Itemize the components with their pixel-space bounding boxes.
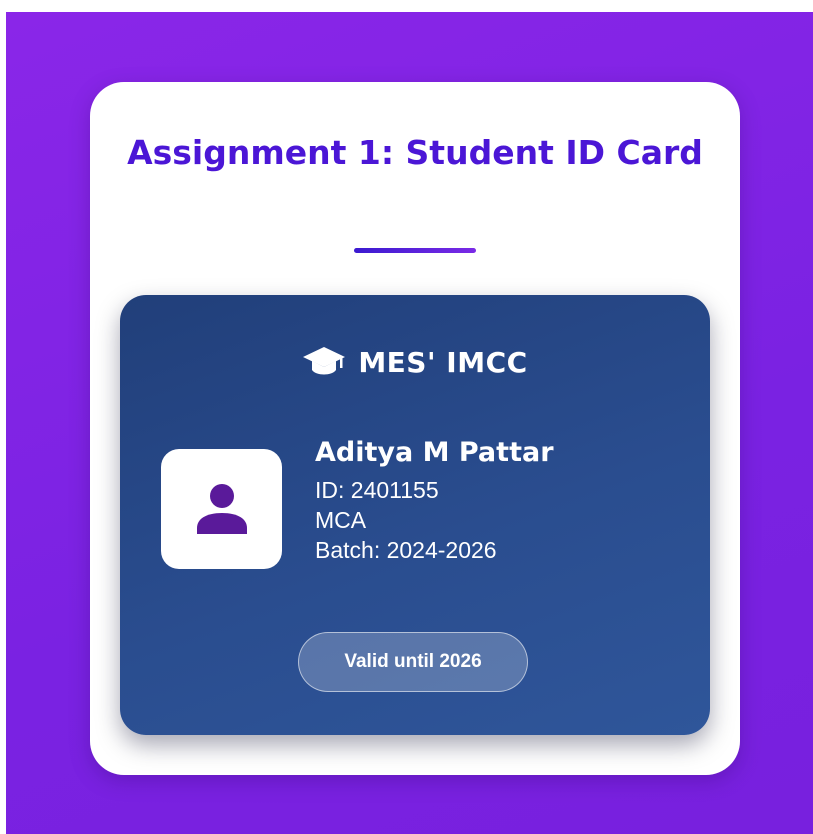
graduation-cap-icon [302,345,346,379]
student-batch: Batch: 2024-2026 [315,537,497,563]
student-id-card: MES' IMCC Aditya M Pattar ID: 2401155 MC… [120,295,710,735]
student-course: MCA [315,507,367,533]
student-name: Aditya M Pattar [315,437,554,468]
institution-name: MES' IMCC [358,345,528,379]
validity-badge: Valid until 2026 [298,632,528,692]
page-title: Assignment 1: Student ID Card [127,133,703,172]
page-background: Assignment 1: Student ID Card MES' IMCC [6,12,813,834]
student-photo [161,449,282,569]
assignment-panel: Assignment 1: Student ID Card MES' IMCC [90,82,740,775]
student-id: ID: 2401155 [315,477,439,503]
user-icon [196,484,247,534]
title-underline [354,248,476,253]
student-info: Aditya M Pattar ID: 2401155 MCA Batch: 2… [315,435,554,565]
institution-brand: MES' IMCC [120,345,710,379]
